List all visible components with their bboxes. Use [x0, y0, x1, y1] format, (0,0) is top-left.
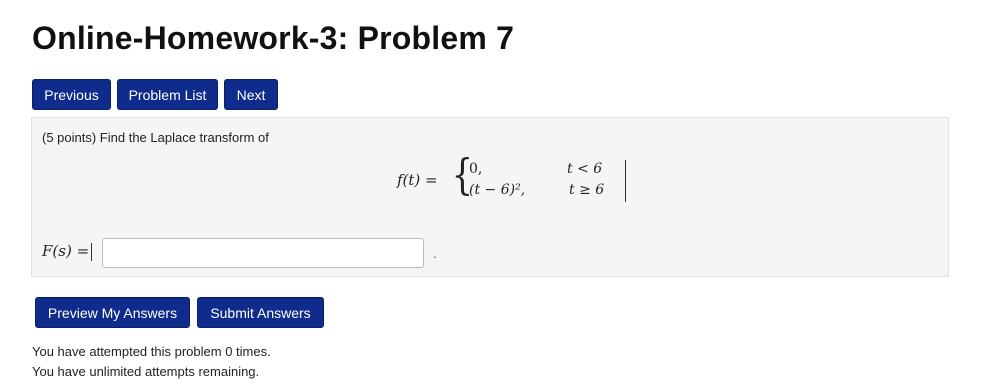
- preview-answers-button[interactable]: Preview My Answers: [35, 297, 190, 328]
- next-button[interactable]: Next: [224, 79, 278, 110]
- case2-condition: t ≥ 6: [569, 182, 605, 198]
- answer-caret: [91, 243, 93, 261]
- piecewise-function: f(t) = { 0, (t − 6)², t < 6 t ≥ 6: [397, 154, 637, 206]
- problem-panel: (5 points) Find the Laplace transform of…: [31, 117, 949, 277]
- page-title: Online-Homework-3: Problem 7: [32, 20, 515, 56]
- case2-value: (t − 6)²,: [469, 182, 526, 198]
- previous-button[interactable]: Previous: [32, 79, 111, 110]
- answer-trailing-period: .: [433, 246, 437, 261]
- case1-value: 0,: [469, 161, 483, 177]
- answer-input[interactable]: [102, 238, 424, 268]
- case1-condition: t < 6: [567, 161, 603, 177]
- problem-list-button[interactable]: Problem List: [117, 79, 218, 110]
- submit-answers-button[interactable]: Submit Answers: [197, 297, 324, 328]
- function-lhs: f(t) =: [397, 171, 438, 189]
- problem-prompt: (5 points) Find the Laplace transform of: [42, 130, 269, 145]
- text-cursor: [625, 160, 626, 202]
- answer-label: F(s) =: [42, 242, 93, 261]
- answer-label-text: F(s) =: [42, 242, 90, 260]
- remaining-message: You have unlimited attempts remaining.: [32, 364, 260, 379]
- attempts-message: You have attempted this problem 0 times.: [32, 344, 271, 359]
